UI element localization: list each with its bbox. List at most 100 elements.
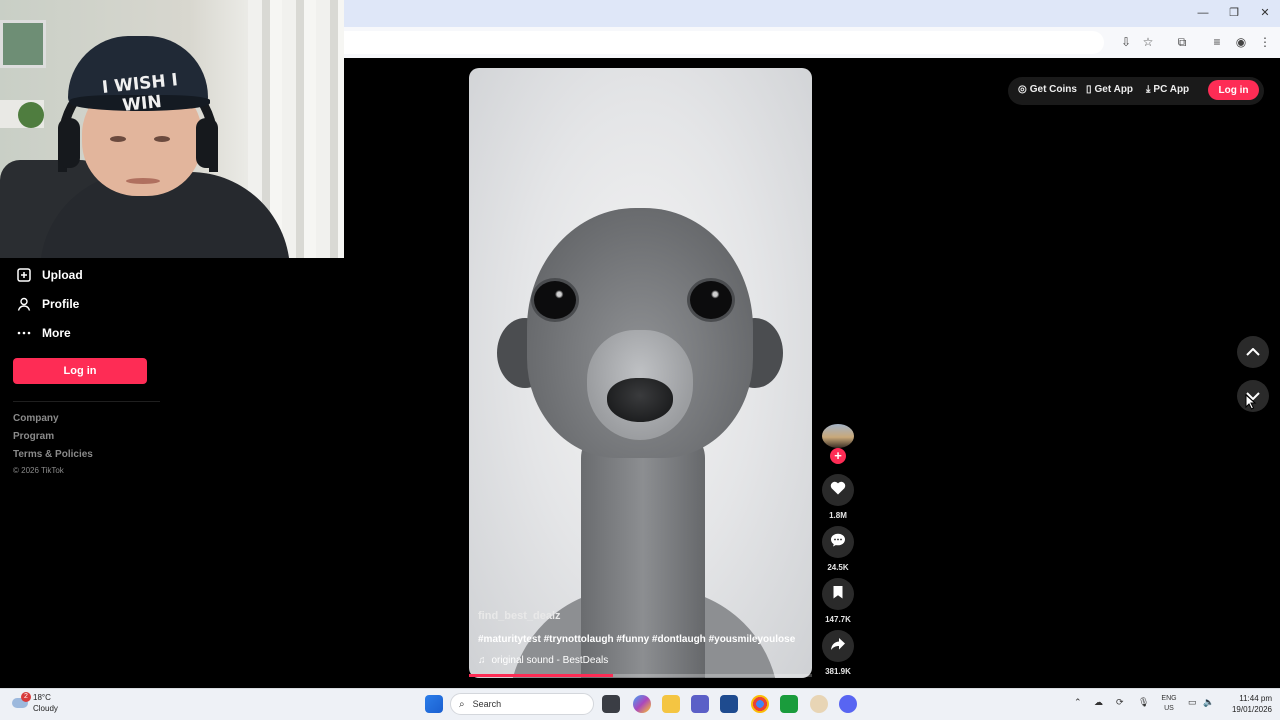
share-count: 381.9K: [825, 667, 851, 676]
app-icon[interactable]: [810, 695, 828, 713]
language-indicator[interactable]: ENG US: [1158, 694, 1180, 714]
spreadsheet-app-icon[interactable]: [780, 695, 798, 713]
onedrive-icon[interactable]: ☁: [1094, 697, 1103, 708]
search-placeholder: Search: [472, 699, 502, 709]
more-icon: [13, 322, 35, 344]
restore-icon[interactable]: ❐: [1225, 5, 1243, 21]
footer-link-terms[interactable]: Terms & Policies: [13, 449, 93, 460]
share-icon: [830, 637, 846, 656]
sidebar-login-button[interactable]: Log in: [13, 358, 147, 384]
media-control-icon[interactable]: ≡: [1209, 34, 1225, 50]
account-icon[interactable]: ◉: [1233, 34, 1249, 50]
install-app-icon[interactable]: ⇩: [1118, 34, 1134, 50]
minimize-icon[interactable]: —: [1194, 5, 1212, 21]
pc-app-label: PC App: [1153, 84, 1190, 95]
previous-video-button[interactable]: [1237, 336, 1269, 368]
video-player[interactable]: [469, 68, 812, 678]
sound-label: original sound - BestDeals: [491, 655, 609, 666]
sidebar-item-label: Profile: [42, 297, 80, 311]
sidebar-item-profile[interactable]: Profile: [13, 293, 79, 315]
file-explorer-icon[interactable]: [662, 695, 680, 713]
bookmark-star-icon[interactable]: ☆: [1140, 34, 1156, 50]
wall-picture: [0, 20, 46, 68]
save-button[interactable]: [822, 578, 854, 610]
get-coins-link[interactable]: ◎ Get Coins: [1018, 84, 1077, 95]
weather-widget[interactable]: 18°C Cloudy: [12, 692, 58, 714]
store-icon[interactable]: [720, 695, 738, 713]
footer-link-program[interactable]: Program: [13, 431, 54, 442]
copilot-icon[interactable]: [633, 695, 651, 713]
get-app-label: Get App: [1094, 84, 1134, 95]
coin-icon: ◎: [1018, 84, 1027, 95]
dog-nose: [607, 378, 673, 422]
taskbar-search[interactable]: ⌕ Search: [450, 693, 594, 715]
close-icon[interactable]: ✕: [1256, 5, 1274, 21]
headset-ear-right: [196, 118, 218, 168]
profile-icon: [13, 293, 35, 315]
creator-avatar[interactable]: [822, 424, 854, 448]
webcam-overlay: I WISH I WIN: [0, 0, 344, 258]
sidebar-item-upload[interactable]: Upload: [13, 264, 83, 286]
dog-eye-right: [687, 278, 735, 322]
get-coins-label: Get Coins: [1029, 84, 1077, 95]
weather-badge: 2: [21, 692, 31, 702]
address-bar[interactable]: [344, 31, 1104, 54]
screen: — ❐ ✕ ⇩ ☆ ⧉ ≡ ◉ ⋮ I WISH I WIN Upload Pr…: [0, 0, 1280, 720]
taskbar-clock[interactable]: 11:44 pm 19/01/2026: [1218, 693, 1272, 715]
plant: [18, 102, 44, 128]
clock-date: 19/01/2026: [1231, 705, 1272, 714]
sidebar-item-more[interactable]: More: [13, 322, 71, 344]
search-icon: ⌕: [459, 698, 465, 710]
task-view-icon[interactable]: [602, 695, 620, 713]
video-progress-fill: [469, 674, 614, 677]
extensions-icon[interactable]: ⧉: [1174, 34, 1190, 50]
download-icon: ⤓: [1146, 84, 1151, 95]
browser-menu-icon[interactable]: ⋮: [1257, 34, 1273, 50]
chrome-icon[interactable]: [751, 695, 769, 713]
heart-icon: [830, 481, 846, 500]
comment-count: 24.5K: [827, 563, 849, 572]
upload-icon: [13, 264, 35, 286]
weather-condition: Cloudy: [33, 704, 58, 713]
phone-icon: ▯: [1086, 84, 1092, 95]
mouse-cursor-icon: [1245, 393, 1257, 415]
like-button[interactable]: [822, 474, 854, 506]
chevron-up-icon: [1246, 343, 1260, 361]
sidebar-divider: [13, 401, 160, 402]
video-progress-bar[interactable]: [469, 674, 812, 677]
save-count: 147.7K: [825, 615, 851, 624]
weather-temperature: 18°C: [33, 693, 51, 702]
clock-time: 11:44 pm: [1239, 694, 1272, 703]
header-login-button[interactable]: Log in: [1208, 80, 1259, 100]
sync-icon[interactable]: ⟳: [1116, 697, 1124, 708]
video-hashtags[interactable]: #maturitytest #trynottolaugh #funny #don…: [478, 634, 795, 645]
video-username[interactable]: find_best_dealz: [478, 610, 561, 622]
footer-link-company[interactable]: Company: [13, 413, 59, 424]
display-icon[interactable]: ▭: [1188, 697, 1197, 708]
follow-plus-icon[interactable]: +: [830, 448, 846, 464]
sidebar-item-label: More: [42, 326, 71, 340]
get-app-link[interactable]: ▯ Get App: [1086, 84, 1133, 95]
like-count: 1.8M: [829, 511, 847, 520]
music-note-icon: ♫: [478, 655, 486, 666]
start-button-icon[interactable]: [425, 695, 443, 713]
comment-icon: [830, 533, 846, 552]
share-button[interactable]: [822, 630, 854, 662]
browser-titlebar: [344, 0, 1280, 27]
bookmark-icon: [832, 585, 844, 604]
dog-eye-left: [531, 278, 579, 322]
language-region: US: [1164, 705, 1174, 712]
video-sound[interactable]: ♫ original sound - BestDeals: [478, 655, 608, 666]
streamer-mouth: [126, 178, 160, 184]
language-code: ENG: [1161, 695, 1177, 702]
discord-icon[interactable]: [839, 695, 857, 713]
sidebar-item-label: Upload: [42, 268, 83, 282]
microphone-icon[interactable]: 🎙: [1138, 697, 1149, 708]
pc-app-link[interactable]: ⤓ PC App: [1146, 84, 1189, 95]
comment-button[interactable]: [822, 526, 854, 558]
headset-ear-left: [58, 118, 80, 168]
teams-icon[interactable]: [691, 695, 709, 713]
copyright: © 2026 TikTok: [13, 466, 64, 475]
volume-icon[interactable]: 🔈: [1203, 697, 1214, 708]
chevron-up-tray-icon[interactable]: ⌃: [1074, 697, 1082, 708]
